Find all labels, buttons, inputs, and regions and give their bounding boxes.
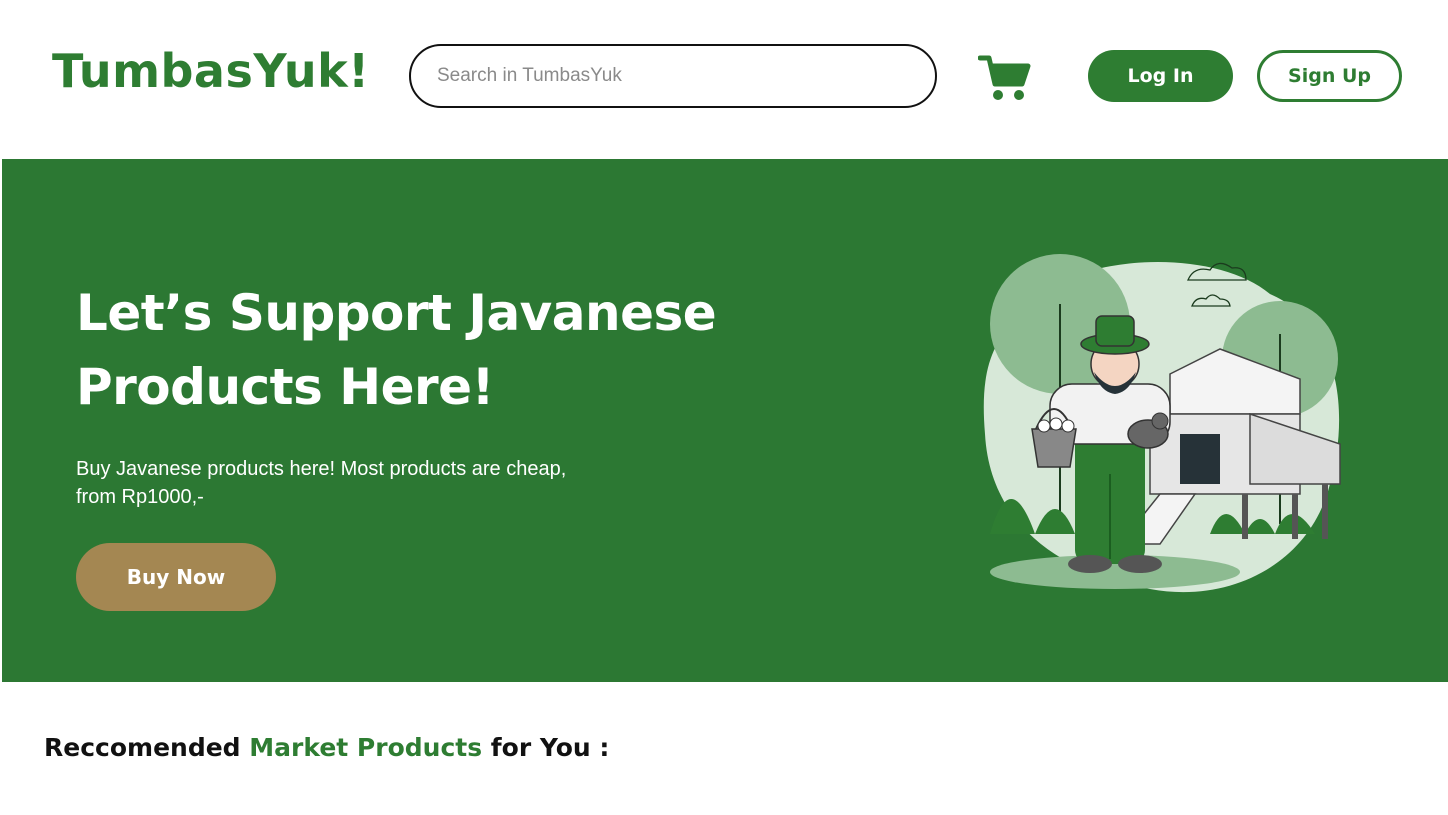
- login-button[interactable]: Log In: [1088, 50, 1233, 102]
- recommended-prefix: Reccomended: [44, 733, 250, 762]
- recommended-highlight: Market Products: [249, 733, 483, 762]
- buy-now-button[interactable]: Buy Now: [76, 543, 276, 611]
- top-nav-bar: TumbasYuk! Log In Sign Up: [0, 0, 1448, 158]
- farmer-illustration-icon: [983, 254, 1341, 593]
- recommended-heading: Reccomended Market Products for You :: [44, 733, 609, 762]
- site-logo[interactable]: TumbasYuk!: [52, 44, 370, 98]
- hero-title-line-2: Products Here!: [76, 358, 494, 416]
- hero-subtitle: Buy Javanese products here! Most product…: [76, 458, 567, 508]
- search-bar[interactable]: [409, 44, 937, 108]
- hero-title: Let’s Support Javanese Products Here!: [76, 276, 776, 424]
- signup-button[interactable]: Sign Up: [1257, 50, 1402, 102]
- search-input[interactable]: [437, 60, 907, 92]
- hero-title-line-1: Let’s Support Javanese: [76, 284, 717, 342]
- recommended-suffix: for You :: [482, 733, 610, 762]
- shopping-cart-icon[interactable]: [978, 54, 1032, 102]
- hero-banner: Let’s Support Javanese Products Here! Bu…: [2, 159, 1448, 682]
